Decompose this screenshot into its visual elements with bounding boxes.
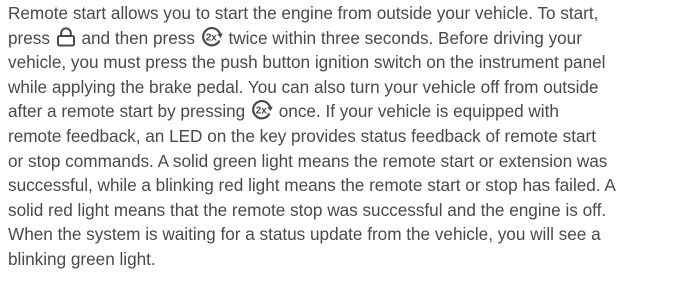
- remote-start-2x-icon: 2x: [251, 100, 273, 120]
- text-line: solid red light means that the remote st…: [8, 199, 607, 220]
- lock-icon: [56, 27, 76, 47]
- text-line: When the system is waiting for a status …: [8, 224, 601, 245]
- remote-start-icon-label: 2x: [205, 32, 217, 43]
- text-line: Remote start allows you to start the eng…: [8, 3, 599, 23]
- text-line: after a remote start by pressing 2x once…: [8, 99, 700, 124]
- remote-start-2x-icon: 2x: [201, 26, 223, 47]
- text-line: blinking green light.: [8, 248, 156, 269]
- text-segment: twice within three seconds. Before drivi…: [228, 27, 582, 48]
- text-segment: once. If your vehicle is equipped with: [278, 101, 559, 122]
- text-line: or stop commands. A solid green light me…: [8, 150, 608, 171]
- text-segment: and then press: [81, 27, 195, 48]
- remote-start-icon-label: 2x: [256, 106, 268, 117]
- text-line: successful, while a blinking red light m…: [8, 175, 616, 196]
- text-line: press and then press 2x twice within thr…: [8, 26, 700, 51]
- remote-start-paragraph: Remote start allows you to start the eng…: [0, 0, 700, 295]
- text-line: vehicle, you must press the push button …: [8, 52, 606, 73]
- text-line: while applying the brake pedal. You can …: [8, 76, 599, 97]
- text-segment: after a remote start by pressing: [8, 101, 246, 122]
- text-segment: press: [8, 27, 50, 48]
- text-line: remote feedback, an LED on the key provi…: [8, 125, 596, 146]
